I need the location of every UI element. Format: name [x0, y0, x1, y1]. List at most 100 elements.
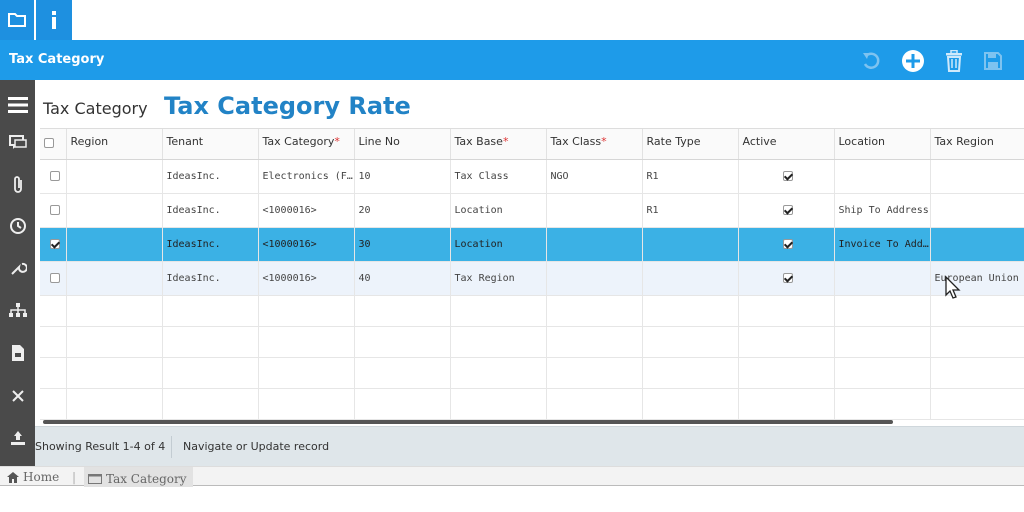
- column-header-line-no[interactable]: Line No: [354, 129, 451, 160]
- cell-tax-category[interactable]: <1000016>: [258, 227, 355, 262]
- cell-line-no[interactable]: 20: [354, 193, 451, 228]
- status-message: Navigate or Update record: [183, 440, 330, 453]
- cell-tax-base[interactable]: Tax Region: [450, 261, 547, 296]
- row-checkbox[interactable]: [49, 238, 60, 249]
- cell-tax-class[interactable]: [546, 193, 643, 228]
- result-count: Showing Result 1-4 of 4: [35, 440, 166, 453]
- cell-rate-type[interactable]: [642, 261, 739, 296]
- table-row[interactable]: IdeasInc. <1000016> 20 Location R1 Ship …: [40, 193, 1024, 228]
- home-tab[interactable]: Home: [7, 470, 59, 484]
- records-table: Region Tenant Tax Category* Line No Tax …: [40, 129, 1024, 420]
- cell-location[interactable]: [834, 159, 931, 194]
- row-select-cell: [40, 159, 67, 194]
- export-icon: [10, 431, 25, 445]
- export-button[interactable]: [0, 423, 35, 453]
- info-icon: [52, 11, 56, 29]
- cell-rate-type[interactable]: [642, 227, 739, 262]
- row-select-cell: [40, 261, 67, 296]
- cell-location[interactable]: [834, 261, 931, 296]
- cell-active[interactable]: [738, 261, 835, 296]
- settings-button[interactable]: [0, 253, 35, 283]
- cell-active[interactable]: [738, 227, 835, 262]
- cell-tenant[interactable]: IdeasInc.: [162, 159, 259, 194]
- row-select-cell: [40, 193, 67, 228]
- save-button[interactable]: [980, 48, 1006, 74]
- status-divider: [171, 436, 172, 458]
- select-all-checkbox[interactable]: [44, 138, 54, 148]
- active-checkbox[interactable]: [783, 272, 793, 283]
- report-button[interactable]: [0, 338, 35, 368]
- cell-tax-base[interactable]: Location: [450, 193, 547, 228]
- horizontal-scrollbar[interactable]: [43, 420, 893, 424]
- cell-tenant[interactable]: IdeasInc.: [162, 227, 259, 262]
- chat-button[interactable]: [0, 128, 35, 158]
- column-header-rate-type[interactable]: Rate Type: [642, 129, 739, 160]
- cell-tax-category[interactable]: Electronics (Fu...: [258, 159, 355, 194]
- cell-rate-type[interactable]: R1: [642, 193, 739, 228]
- hierarchy-button[interactable]: [0, 295, 35, 325]
- cell-rate-type[interactable]: R1: [642, 159, 739, 194]
- select-all-cell: [40, 129, 67, 160]
- active-checkbox[interactable]: [783, 170, 793, 181]
- cell-tax-category[interactable]: <1000016>: [258, 261, 355, 296]
- home-icon: [7, 471, 19, 483]
- cell-line-no[interactable]: 30: [354, 227, 451, 262]
- cell-tax-region[interactable]: [930, 227, 1024, 262]
- attachment-button[interactable]: [0, 170, 35, 200]
- history-button[interactable]: [0, 211, 35, 241]
- table-row[interactable]: IdeasInc. <1000016> 40 Tax Region Europe…: [40, 261, 1024, 296]
- cell-location[interactable]: Invoice To Add...: [834, 227, 931, 262]
- cell-tenant[interactable]: IdeasInc.: [162, 193, 259, 228]
- cell-region[interactable]: [66, 193, 163, 228]
- menu-button[interactable]: [0, 90, 35, 120]
- row-checkbox[interactable]: [49, 170, 60, 181]
- cell-region[interactable]: [66, 159, 163, 194]
- cell-tax-class[interactable]: [546, 261, 643, 296]
- row-checkbox[interactable]: [49, 204, 60, 215]
- info-tab[interactable]: [36, 0, 72, 40]
- cell-tax-base[interactable]: Location: [450, 227, 547, 262]
- folder-icon: [8, 13, 26, 27]
- column-header-location[interactable]: Location: [834, 129, 931, 160]
- left-sidebar: [0, 80, 35, 466]
- delete-button[interactable]: [941, 48, 967, 74]
- cell-active[interactable]: [738, 193, 835, 228]
- cell-active[interactable]: [738, 159, 835, 194]
- cell-region[interactable]: [66, 261, 163, 296]
- add-button[interactable]: [900, 48, 926, 74]
- column-header-tax-base[interactable]: Tax Base*: [450, 129, 547, 160]
- chat-icon: [8, 135, 27, 149]
- add-icon: [902, 50, 924, 72]
- column-header-tenant[interactable]: Tenant: [162, 129, 259, 160]
- cell-tax-region[interactable]: [930, 159, 1024, 194]
- column-header-active[interactable]: Active: [738, 129, 835, 160]
- row-checkbox[interactable]: [49, 272, 60, 283]
- tax-category-tab[interactable]: Tax Category: [84, 467, 193, 487]
- save-icon: [984, 52, 1002, 70]
- tax-category-tab-label: Tax Category: [106, 471, 187, 486]
- parent-tab-title[interactable]: Tax Category: [43, 99, 148, 118]
- cell-tax-category[interactable]: <1000016>: [258, 193, 355, 228]
- cell-tax-region[interactable]: [930, 193, 1024, 228]
- column-header-region[interactable]: Region: [66, 129, 163, 160]
- required-marker: *: [502, 135, 509, 148]
- empty-row: [40, 326, 1024, 358]
- cell-line-no[interactable]: 10: [354, 159, 451, 194]
- cell-line-no[interactable]: 40: [354, 261, 451, 296]
- cell-tenant[interactable]: IdeasInc.: [162, 261, 259, 296]
- column-header-tax-category[interactable]: Tax Category*: [258, 129, 355, 160]
- cell-region[interactable]: [66, 227, 163, 262]
- column-header-tax-class[interactable]: Tax Class*: [546, 129, 643, 160]
- table-row-selected[interactable]: IdeasInc. <1000016> 30 Location Invoice …: [40, 227, 1024, 262]
- cell-location[interactable]: Ship To Address: [834, 193, 931, 228]
- cell-tax-base[interactable]: Tax Class: [450, 159, 547, 194]
- close-button[interactable]: [0, 381, 35, 411]
- table-row[interactable]: IdeasInc. Electronics (Fu... 10 Tax Clas…: [40, 159, 1024, 194]
- column-header-tax-region[interactable]: Tax Region: [930, 129, 1024, 160]
- cell-tax-class[interactable]: NGO: [546, 159, 643, 194]
- undo-button[interactable]: [858, 48, 884, 74]
- cell-tax-class[interactable]: [546, 227, 643, 262]
- active-checkbox[interactable]: [783, 204, 793, 215]
- folder-tab[interactable]: [0, 0, 34, 40]
- active-checkbox[interactable]: [783, 238, 793, 249]
